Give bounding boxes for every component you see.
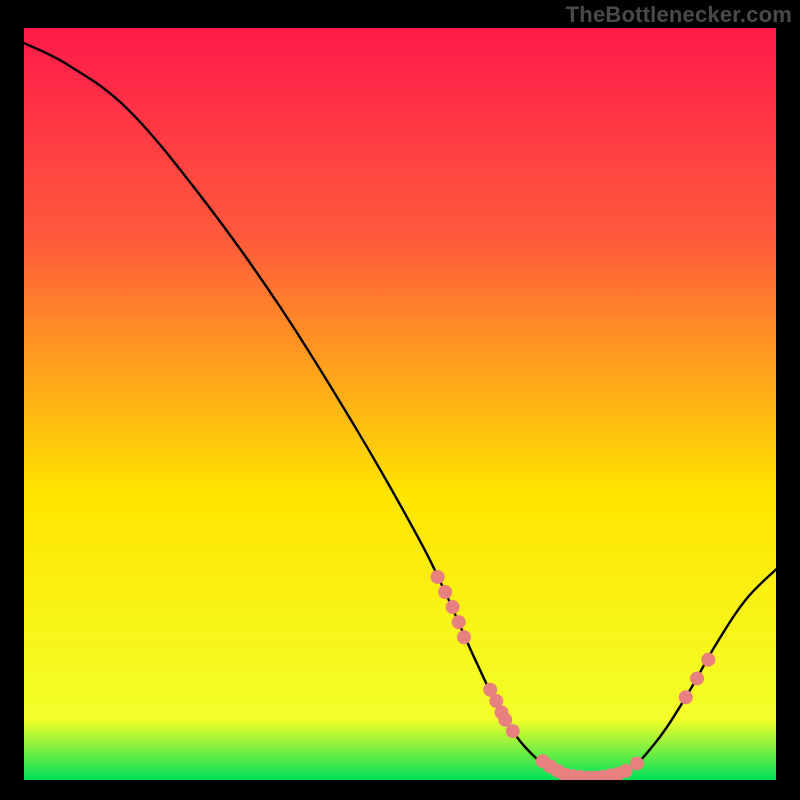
data-marker bbox=[690, 671, 704, 685]
data-marker bbox=[630, 756, 644, 770]
chart-area bbox=[24, 28, 776, 780]
data-marker bbox=[701, 653, 715, 667]
bottleneck-chart bbox=[24, 28, 776, 780]
data-marker bbox=[431, 570, 445, 584]
data-marker bbox=[679, 690, 693, 704]
data-marker bbox=[457, 630, 471, 644]
data-marker bbox=[506, 724, 520, 738]
gradient-background bbox=[24, 28, 776, 780]
data-marker bbox=[438, 585, 452, 599]
data-marker bbox=[446, 600, 460, 614]
data-marker bbox=[452, 615, 466, 629]
watermark-text: TheBottlenecker.com bbox=[566, 2, 792, 28]
chart-stage: TheBottlenecker.com bbox=[0, 0, 800, 800]
